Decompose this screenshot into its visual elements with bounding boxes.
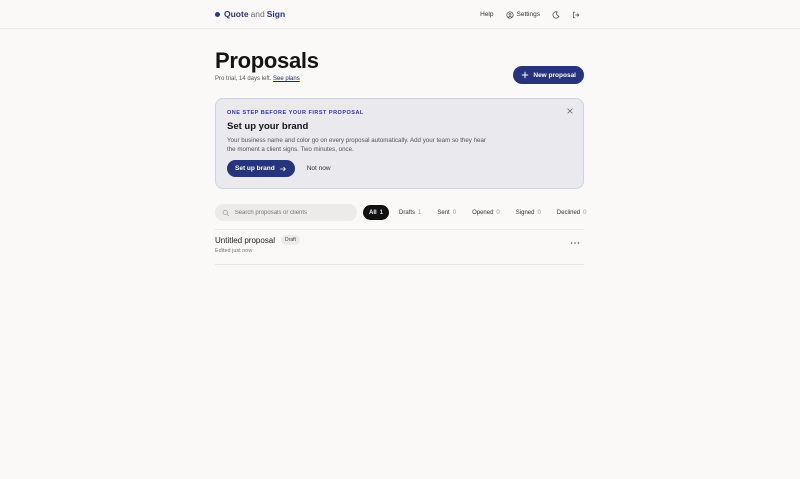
list-divider-top	[215, 229, 584, 230]
filter-all[interactable]: All 1	[363, 205, 390, 220]
moon-icon	[552, 10, 560, 19]
not-now-button[interactable]: Not now	[307, 165, 331, 172]
search-box[interactable]	[215, 204, 357, 221]
proposal-edited: Edited just now	[215, 248, 253, 254]
filter-label: Drafts	[399, 209, 416, 216]
brand-dot-icon	[215, 11, 220, 17]
filter-label: Sent	[437, 209, 450, 216]
set-up-brand-label: Set up brand	[235, 165, 275, 172]
top-bar: Quote and Sign	[0, 0, 800, 29]
more-dots-icon	[570, 242, 580, 244]
brand-name-and: and	[250, 9, 265, 19]
plus-icon	[522, 71, 529, 79]
filter-label: All	[369, 209, 377, 216]
status-filters: All 1 Drafts 1 Sent 0 Opened 0 Signed 0 …	[363, 205, 593, 220]
filter-label: Declined	[556, 209, 581, 216]
filter-count: 0	[537, 209, 541, 216]
filter-count: 0	[496, 209, 500, 216]
brand-name-quote: Quote	[224, 9, 249, 19]
proposal-title-line: Untitled proposal Draft	[215, 235, 584, 245]
card-description: Your business name and color go on every…	[227, 137, 486, 153]
filter-count: 1	[418, 209, 422, 216]
filter-count: 0	[583, 209, 587, 216]
new-proposal-label: New proposal	[533, 71, 576, 79]
close-card-button[interactable]	[566, 107, 574, 117]
settings-link[interactable]: Settings	[505, 10, 541, 19]
new-proposal-button[interactable]: New proposal	[513, 66, 584, 84]
arrow-right-icon	[279, 166, 286, 171]
filter-bar: All 1 Drafts 1 Sent 0 Opened 0 Signed 0 …	[215, 204, 587, 221]
help-label: Help	[480, 11, 494, 18]
filter-label: Opened	[472, 209, 494, 216]
card-title: Set up your brand	[227, 121, 309, 132]
help-link[interactable]: Help	[480, 11, 493, 18]
page-header: Proposals Pro trial, 14 days left. See p…	[215, 48, 584, 84]
set-up-brand-button[interactable]: Set up brand	[227, 160, 295, 177]
trial-text: Pro trial, 14 days left.	[215, 76, 272, 82]
brand-logo[interactable]: Quote and Sign	[215, 9, 285, 19]
top-nav: Help Settings	[480, 0, 580, 29]
brand-setup-card: ONE STEP BEFORE YOUR FIRST PROPOSAL Set …	[215, 98, 584, 189]
logout-icon	[573, 11, 580, 18]
settings-label: Settings	[516, 11, 541, 18]
proposal-row[interactable]: Untitled proposal Draft Edited just now	[215, 235, 584, 263]
brand-name-sign: Sign	[266, 9, 286, 19]
filter-label: Signed	[515, 209, 535, 216]
filter-declined[interactable]: Declined 0	[551, 205, 593, 220]
filter-signed[interactable]: Signed 0	[510, 205, 547, 220]
card-actions: Set up brand Not now	[227, 160, 572, 177]
theme-toggle[interactable]	[552, 10, 560, 19]
list-divider-bottom	[215, 264, 584, 265]
status-badge: Draft	[281, 235, 300, 245]
logout-button[interactable]	[572, 11, 580, 19]
search-input[interactable]	[234, 209, 350, 216]
proposal-name: Untitled proposal	[215, 235, 276, 245]
filter-count: 0	[452, 209, 457, 216]
close-icon	[567, 108, 573, 114]
row-menu-button[interactable]	[570, 238, 580, 247]
see-plans-link[interactable]: See plans	[273, 76, 300, 82]
filter-drafts[interactable]: Drafts 1	[393, 205, 427, 220]
filter-sent[interactable]: Sent 0	[431, 205, 462, 220]
settings-icon	[505, 10, 514, 19]
card-eyebrow: ONE STEP BEFORE YOUR FIRST PROPOSAL	[227, 110, 364, 116]
filter-count: 1	[379, 209, 384, 216]
search-icon	[222, 209, 230, 216]
filter-opened[interactable]: Opened 0	[466, 205, 506, 220]
